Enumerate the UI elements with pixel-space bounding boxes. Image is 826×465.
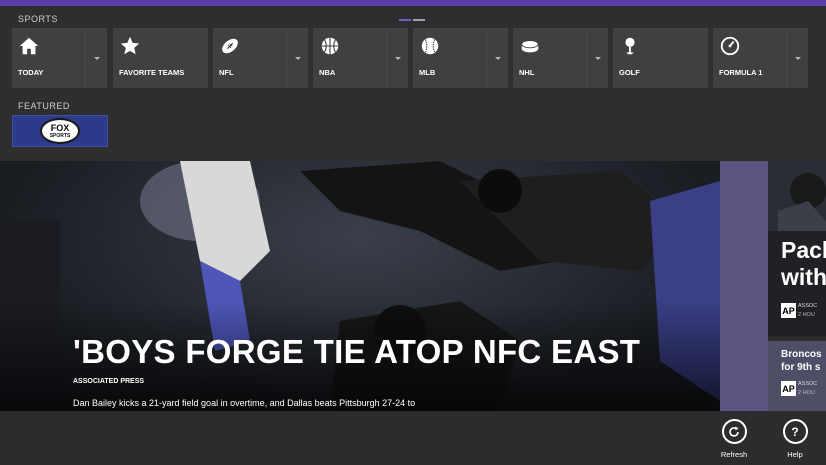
help-icon: ? (782, 419, 808, 444)
side-story-card[interactable]: Broncos for 9th s AP ASSOC 2 HOU (768, 341, 826, 411)
nav-tile-label: FORMULA 1 (719, 68, 763, 77)
home-icon (19, 37, 39, 55)
nav-tile-label: MLB (419, 68, 436, 77)
hero-story[interactable]: 'BOYS FORGE TIE ATOP NFC EAST ASSOCIATED… (0, 161, 720, 411)
nav-tile-nba[interactable]: NBA (313, 28, 408, 88)
fox-sports-logo: FOX SPORTS (40, 118, 80, 144)
nav-tile-formula-1[interactable]: FORMULA 1 (713, 28, 808, 88)
featured-fox-sports-tile[interactable]: FOX SPORTS (12, 115, 108, 147)
side-story-card[interactable]: Pack with AP ASSOC 2 HOU (768, 161, 826, 336)
tile-dropdown-button[interactable] (386, 28, 408, 88)
side-story-headline: for 9th s (781, 362, 821, 373)
side-story-headline: Broncos (781, 349, 822, 360)
nav-tile-nfl[interactable]: NFL (213, 28, 308, 88)
help-button[interactable]: ? Help (775, 419, 815, 459)
nav-tile-nhl[interactable]: NHL (513, 28, 608, 88)
side-story-headline: with (781, 264, 826, 290)
nav-tile-today[interactable]: TODAY (12, 28, 107, 88)
refresh-button[interactable]: Refresh (714, 419, 754, 459)
app-bar: Refresh ? Help (0, 411, 826, 465)
nav-tile-label: FAVORITE TEAMS (119, 68, 185, 77)
football-icon (222, 38, 238, 54)
chevron-down-icon (794, 56, 801, 60)
ap-badge: AP (781, 303, 796, 318)
nav-tile-favorite-teams[interactable]: FAVORITE TEAMS (113, 28, 208, 88)
nav-tile-label: NHL (519, 68, 535, 77)
hero-source: ASSOCIATED PRESS (73, 378, 145, 385)
chevron-down-icon (93, 56, 100, 60)
baseball-icon (421, 37, 439, 55)
hero-headline: 'BOYS FORGE TIE ATOP NFC EAST (73, 333, 641, 370)
featured-section-title: FEATURED (18, 101, 70, 111)
side-story-headline: Pack (781, 237, 826, 263)
page-indicator (399, 19, 425, 21)
refresh-label: Refresh (720, 450, 748, 459)
chevron-down-icon (294, 56, 301, 60)
fox-logo-text: FOX (50, 122, 70, 133)
chevron-down-icon (494, 56, 501, 60)
golf-icon (625, 37, 635, 55)
nav-tile-label: NFL (219, 68, 234, 77)
side-story-photo (768, 161, 826, 231)
tile-dropdown-button[interactable] (286, 28, 308, 88)
ap-badge: AP (781, 381, 796, 396)
nav-tile-label: GOLF (619, 68, 640, 77)
chevron-down-icon (594, 56, 601, 60)
speedometer-icon (720, 36, 740, 56)
side-story-source: ASSOC (798, 303, 818, 309)
side-story-time: 2 HOU (798, 390, 815, 396)
star-icon (120, 36, 140, 55)
chevron-down-icon (394, 56, 401, 60)
nav-tile-label: NBA (319, 68, 336, 77)
fox-logo-subtext: SPORTS (49, 132, 71, 139)
hockey-puck-icon (521, 40, 539, 53)
side-story-source: ASSOC (798, 381, 818, 387)
refresh-icon (721, 419, 747, 444)
tile-dropdown-button[interactable] (85, 28, 107, 88)
sports-section-title: SPORTS (18, 14, 58, 24)
nav-tile-golf[interactable]: GOLF (613, 28, 708, 88)
hero-summary: Dan Bailey kicks a 21-yard field goal in… (73, 398, 416, 408)
page-dot-active (399, 19, 411, 21)
basketball-icon (321, 37, 339, 55)
tile-dropdown-button[interactable] (586, 28, 608, 88)
tile-dropdown-button[interactable] (486, 28, 508, 88)
help-label: Help (787, 450, 803, 459)
tile-dropdown-button[interactable] (786, 28, 808, 88)
purple-divider-strip (720, 161, 768, 411)
page-dot (413, 19, 425, 21)
nav-tile-label: TODAY (18, 68, 44, 77)
side-story-time: 2 HOU (798, 312, 815, 318)
nav-tile-mlb[interactable]: MLB (413, 28, 508, 88)
